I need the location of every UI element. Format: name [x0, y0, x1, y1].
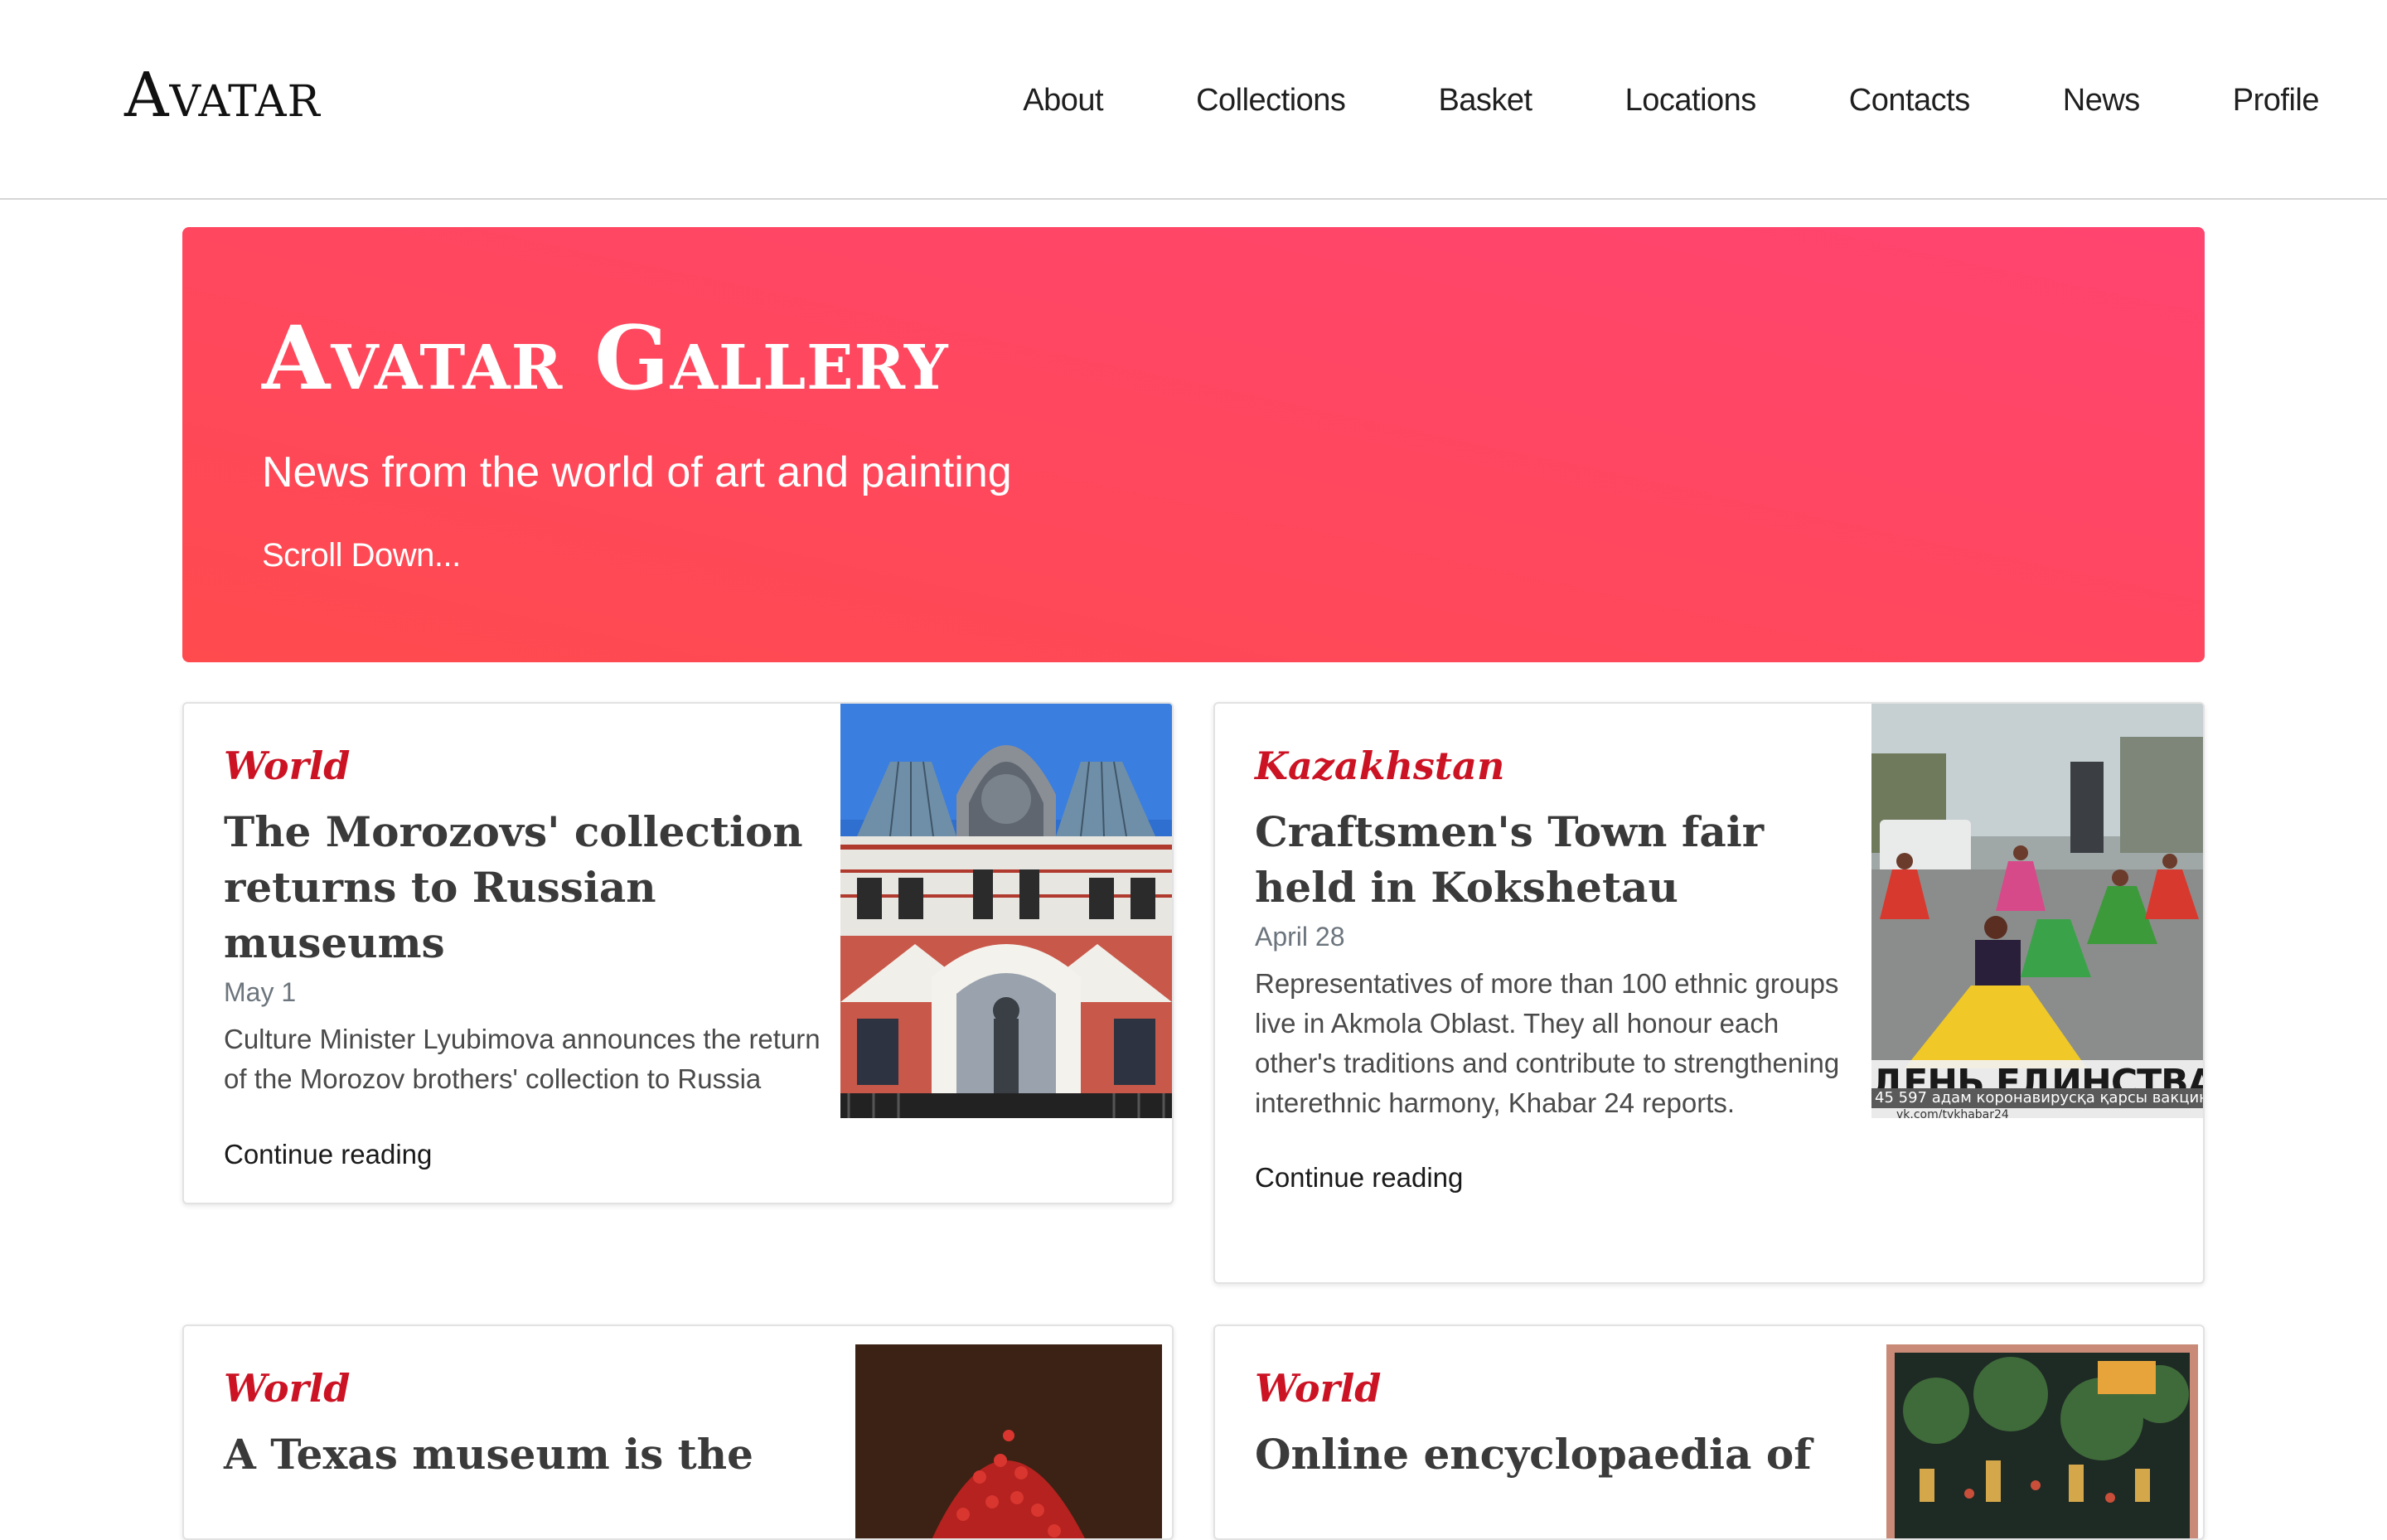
- card-title[interactable]: A Texas museum is the: [224, 1426, 837, 1482]
- brand-logo[interactable]: Avatar: [124, 65, 321, 126]
- nav-collections[interactable]: Collections: [1196, 83, 1346, 119]
- card-body: Kazakhstan Craftsmen's Town fair held in…: [1255, 743, 1852, 1194]
- card-category[interactable]: World: [224, 743, 837, 789]
- continue-reading-link[interactable]: Continue reading: [224, 1139, 432, 1170]
- card-category[interactable]: World: [1255, 1366, 1868, 1412]
- scroll-down-link[interactable]: Scroll Down...: [262, 537, 461, 574]
- nav-about[interactable]: About: [1023, 83, 1103, 119]
- nav-news[interactable]: News: [2063, 83, 2141, 119]
- news-card: Kazakhstan Craftsmen's Town fair held in…: [1213, 702, 2205, 1284]
- thumb-url: vk.com/tvkhabar24: [1896, 1108, 2009, 1118]
- folk-dance-photo[interactable]: ДЕНЬ ЕДИНСТВА 45 597 адам коронавирусқа …: [1871, 704, 2203, 1118]
- card-date: May 1: [224, 977, 297, 1008]
- card-category[interactable]: Kazakhstan: [1255, 743, 1852, 789]
- card-title[interactable]: Craftsmen's Town fair held in Kokshetau: [1255, 804, 1852, 915]
- news-card: World The Morozovs' collection returns t…: [182, 702, 1174, 1204]
- card-title[interactable]: Online encyclopaedia of: [1255, 1426, 1868, 1482]
- thumb-ticker: 45 597 адам коронавирусқа қарсы вакцин: [1871, 1088, 2203, 1108]
- card-date: April 28: [1255, 922, 1345, 952]
- news-card: World Online encyclopaedia of: [1213, 1324, 2205, 1540]
- top-navbar: Avatar About Collections Basket Location…: [0, 0, 2387, 200]
- hero-banner: Avatar Gallery News from the world of ar…: [182, 227, 2205, 662]
- nav-basket[interactable]: Basket: [1438, 83, 1532, 119]
- news-card: World A Texas museum is the: [182, 1324, 1174, 1540]
- card-text: Representatives of more than 100 ethnic …: [1255, 967, 1840, 1118]
- card-text: Culture Minister Lyubimova announces the…: [224, 1023, 821, 1094]
- card-title[interactable]: The Morozovs' collection returns to Russ…: [224, 804, 837, 971]
- card-category[interactable]: World: [224, 1366, 837, 1412]
- main-nav: About Collections Basket Locations Conta…: [930, 83, 2319, 119]
- nav-locations[interactable]: Locations: [1625, 83, 1757, 119]
- miniature-painting[interactable]: [1886, 1344, 2198, 1538]
- continue-reading-link[interactable]: Continue reading: [1255, 1162, 1463, 1194]
- card-body: World The Morozovs' collection returns t…: [224, 743, 837, 1170]
- strawberry-painting[interactable]: [855, 1344, 1162, 1538]
- museum-building-photo[interactable]: [840, 704, 1172, 1118]
- nav-profile[interactable]: Profile: [2233, 83, 2320, 119]
- nav-contacts[interactable]: Contacts: [1849, 83, 1970, 119]
- hero-title: Avatar Gallery: [262, 306, 949, 409]
- card-body: World Online encyclopaedia of: [1255, 1366, 1868, 1482]
- card-body: World A Texas museum is the: [224, 1366, 837, 1482]
- hero-subtitle: News from the world of art and painting: [262, 448, 1012, 496]
